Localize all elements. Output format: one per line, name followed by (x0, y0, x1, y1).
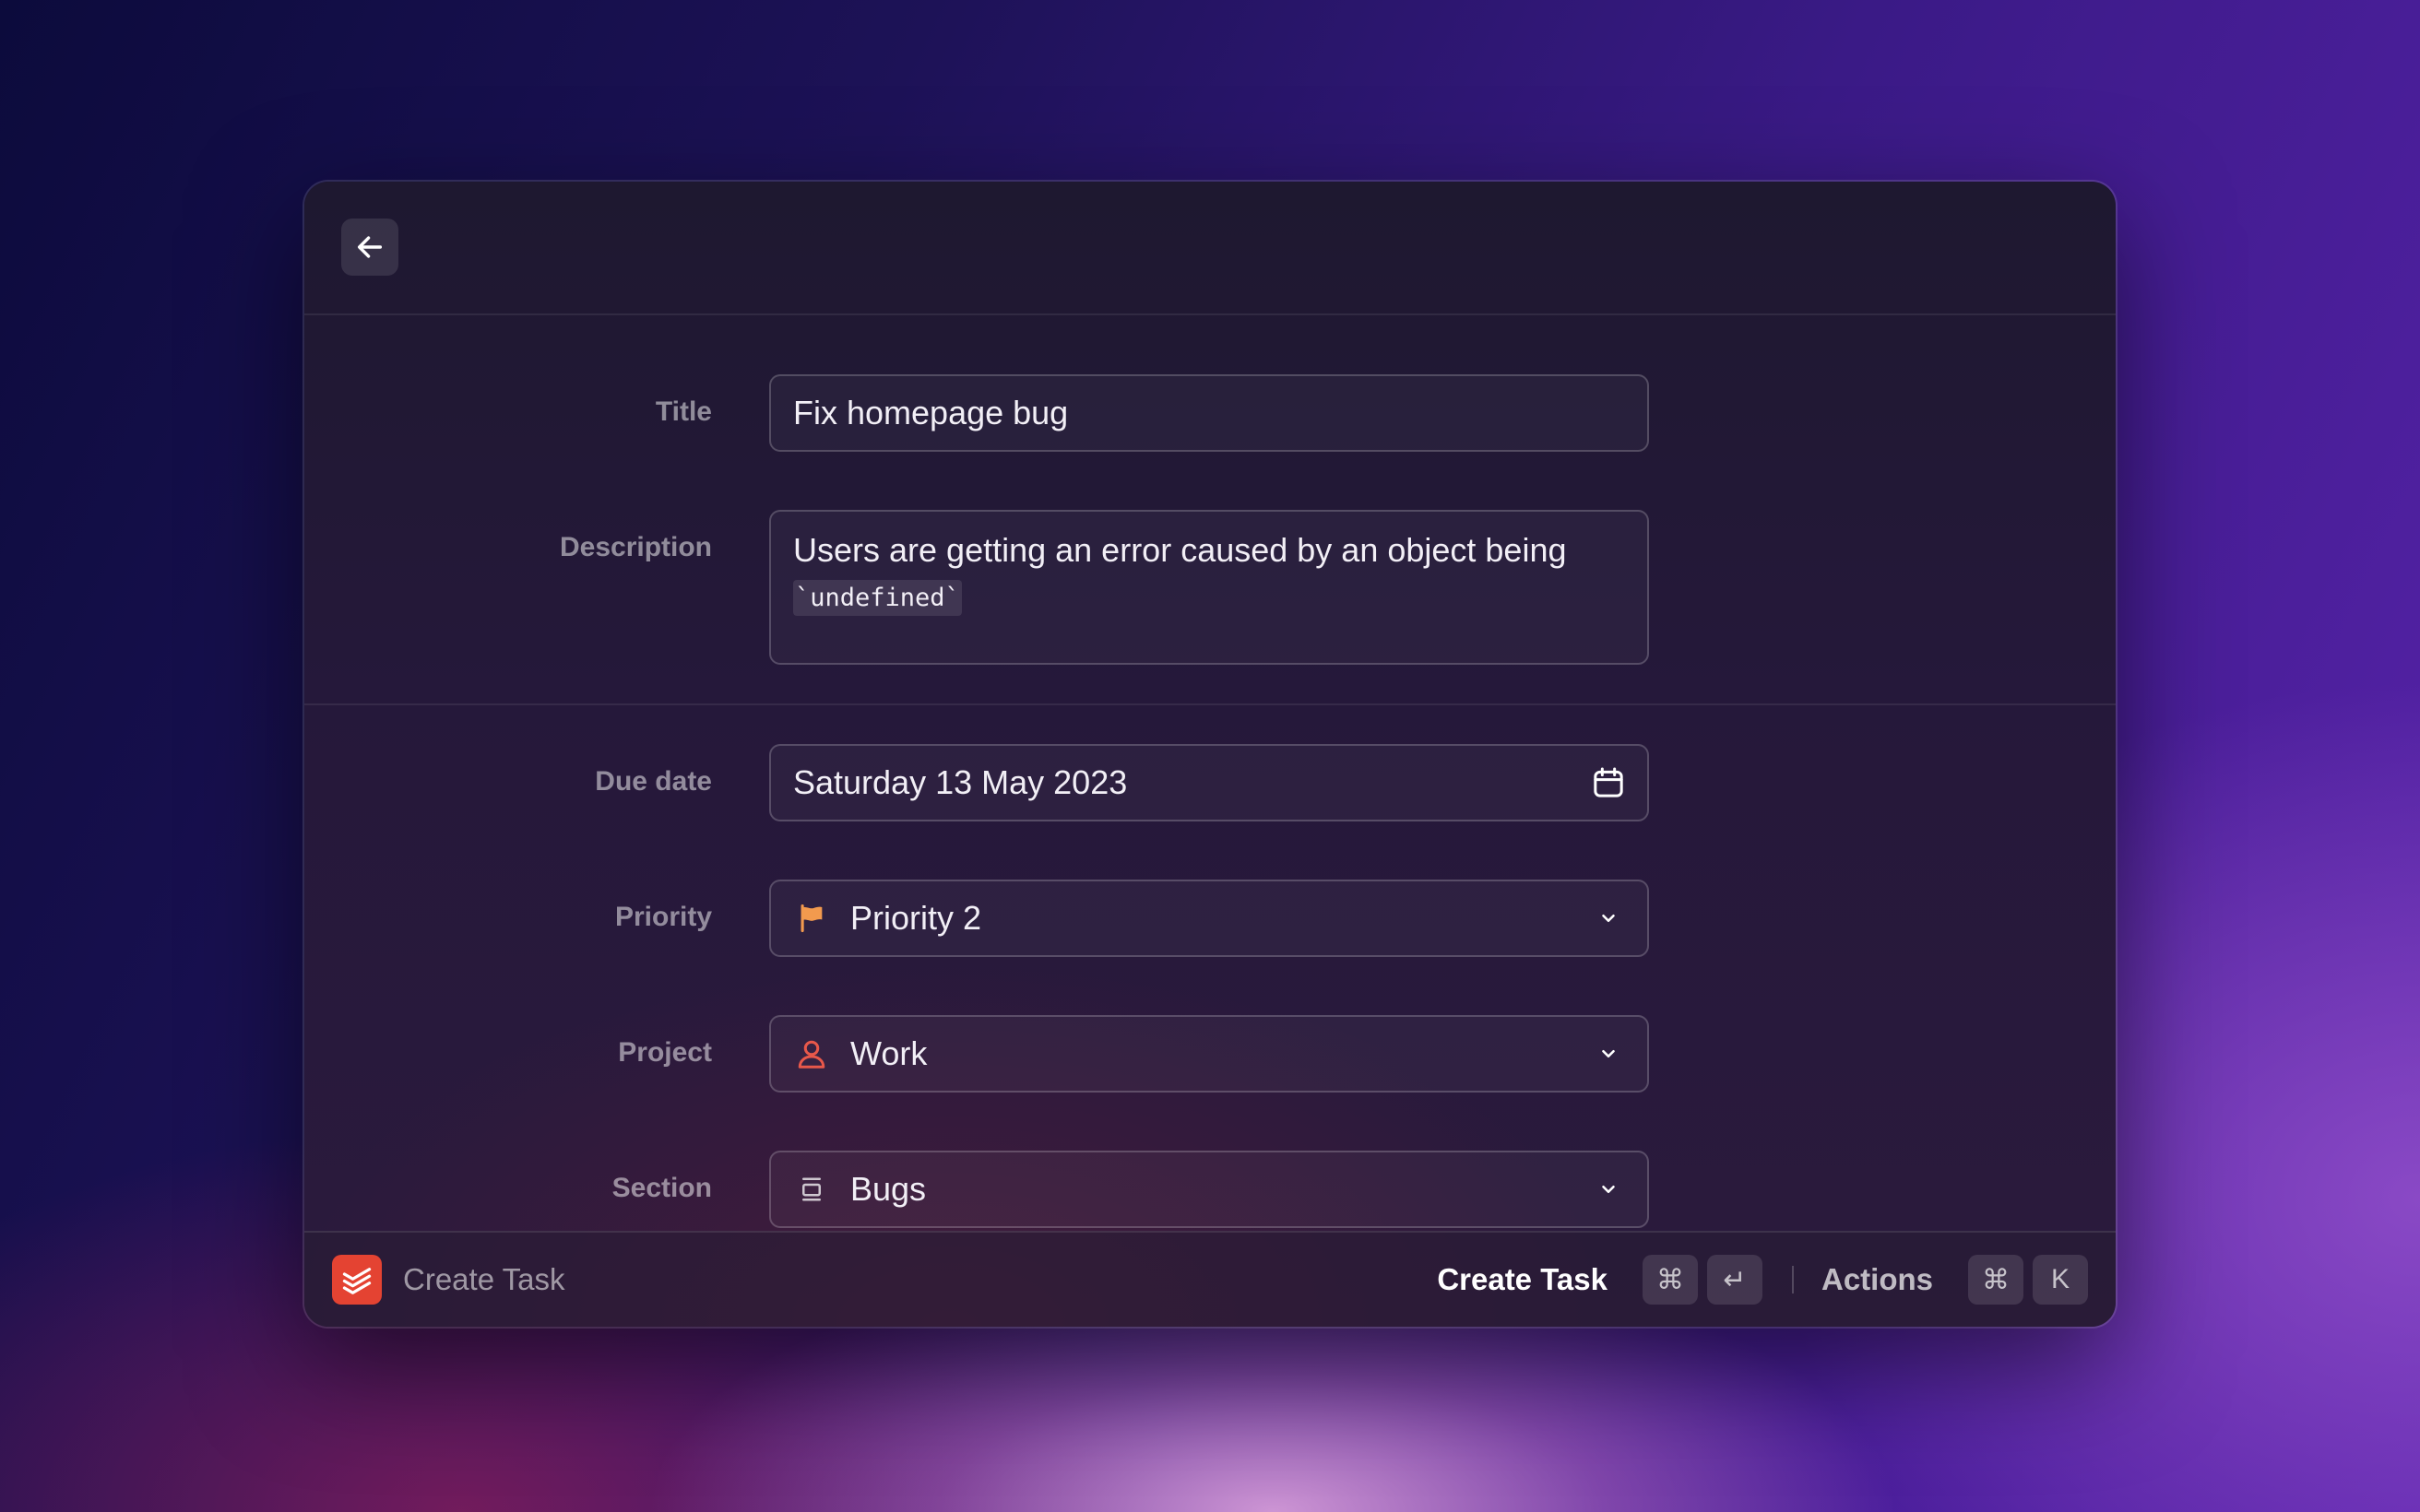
priority-row: Priority Priority 2 (304, 880, 2116, 957)
create-task-window: Title Fix homepage bug Description Users… (304, 182, 2116, 1327)
arrow-left-icon (357, 236, 383, 258)
title-label: Title (655, 396, 712, 427)
project-select[interactable]: Work (769, 1015, 1649, 1093)
create-task-button[interactable]: Create Task (1437, 1262, 1607, 1297)
priority-label: Priority (614, 902, 712, 932)
title-input-value: Fix homepage bug (793, 394, 1069, 431)
back-button[interactable] (341, 219, 398, 276)
section-icon (795, 1173, 828, 1206)
return-key-hint: ↵ (1706, 1255, 1762, 1305)
chevron-down-icon (1590, 1171, 1627, 1208)
section-label: Section (611, 1173, 712, 1203)
section-value: Bugs (850, 1170, 927, 1208)
section-select[interactable]: Bugs (769, 1151, 1649, 1228)
k-key-hint: K (2033, 1255, 2088, 1305)
form-divider (304, 703, 2116, 705)
project-row: Project Work (304, 1015, 2116, 1093)
footer-separator (1791, 1266, 1794, 1293)
todoist-logo-icon (332, 1255, 382, 1305)
description-row: Description Users are getting an error c… (304, 510, 2116, 665)
footer-actions: Create Task ⌘ ↵ Actions ⌘ K (1437, 1233, 2088, 1327)
description-textarea[interactable]: Users are getting an error caused by an … (769, 510, 1649, 665)
project-value: Work (850, 1034, 928, 1072)
priority-value: Priority 2 (850, 899, 982, 937)
title-input[interactable]: Fix homepage bug (769, 374, 1649, 452)
cmd-key-hint: ⌘ (1642, 1255, 1698, 1305)
calendar-icon[interactable] (1590, 764, 1627, 801)
cmd-key-hint: ⌘ (1968, 1255, 2023, 1305)
action-bar: Create Task Create Task ⌘ ↵ Actions ⌘ K (304, 1231, 2116, 1327)
person-icon (795, 1037, 828, 1070)
due-date-value: Saturday 13 May 2023 (793, 763, 1128, 801)
chevron-down-icon (1590, 900, 1627, 937)
due-date-picker[interactable]: Saturday 13 May 2023 (769, 744, 1649, 821)
title-row: Title Fix homepage bug (304, 374, 2116, 452)
window-header (304, 182, 2116, 315)
chevron-down-icon (1590, 1035, 1627, 1072)
section-row: Section Bugs (304, 1151, 2116, 1228)
description-code: `undefined` (793, 580, 962, 616)
footer-command-title: Create Task (403, 1262, 565, 1296)
due-date-label: Due date (595, 766, 712, 797)
description-text: Users are getting an error caused by an … (793, 528, 1625, 620)
actions-button[interactable]: Actions (1821, 1262, 1933, 1297)
description-text-line: Users are getting an error caused by an … (793, 531, 1567, 569)
description-label: Description (559, 532, 712, 562)
project-label: Project (618, 1037, 712, 1068)
priority-select[interactable]: Priority 2 (769, 880, 1649, 957)
flag-icon (795, 902, 828, 935)
due-date-row: Due date Saturday 13 May 2023 (304, 744, 2116, 821)
